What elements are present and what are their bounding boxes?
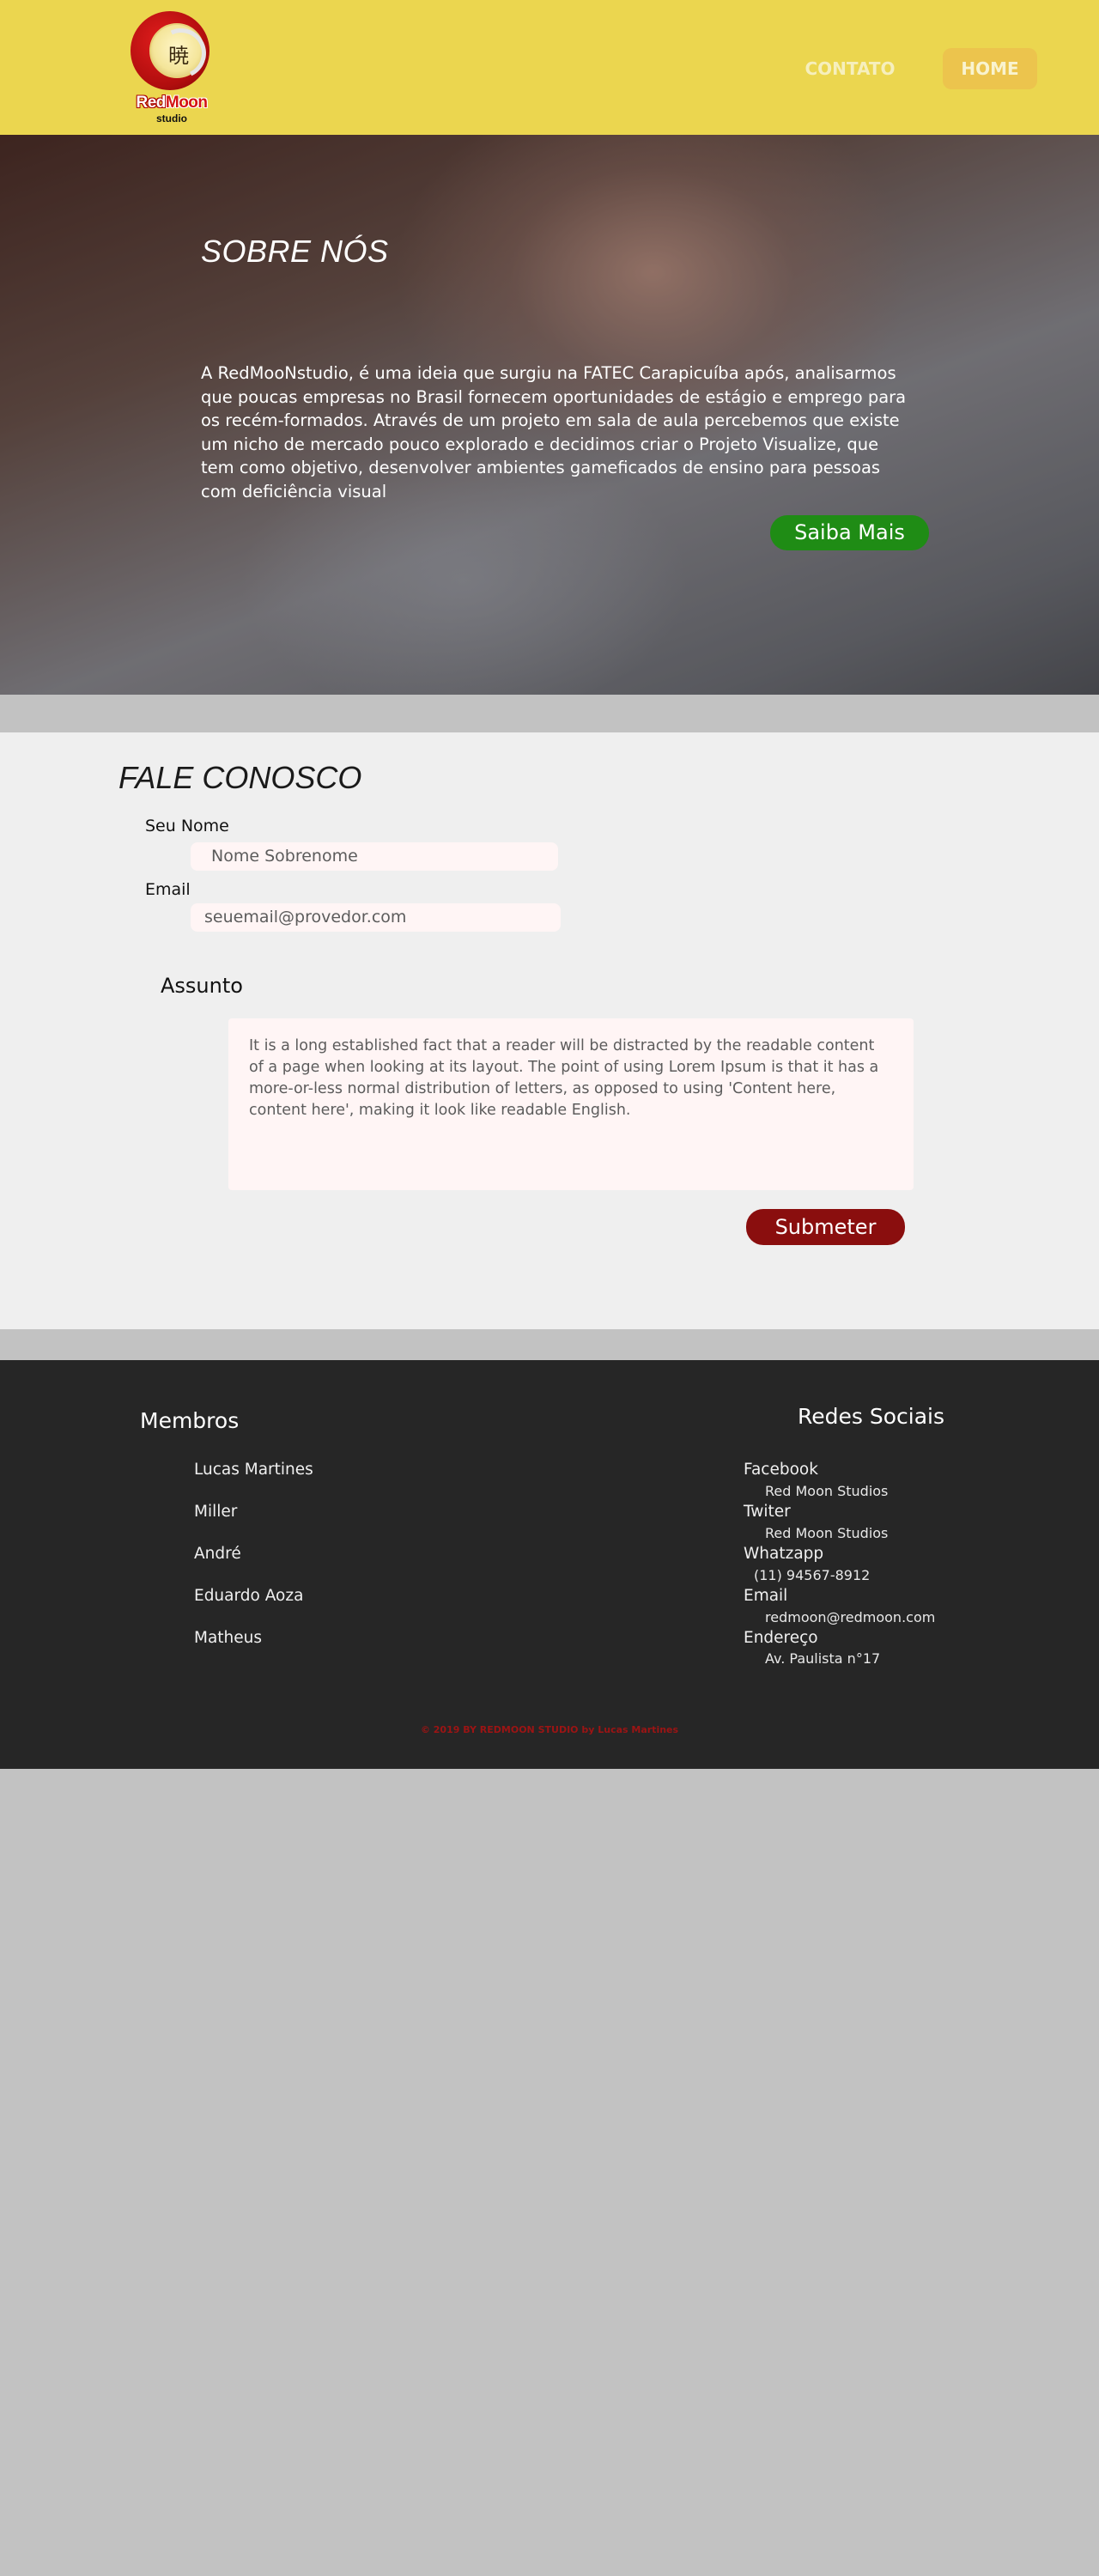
about-title: SOBRE NÓS	[201, 234, 389, 269]
member-item: Matheus	[194, 1629, 263, 1647]
social-label-facebook: Facebook	[744, 1461, 818, 1479]
logo-studio-text: studio	[156, 112, 187, 125]
about-hero: SOBRE NÓS A RedMooNstudio, é uma ideia q…	[0, 135, 1099, 695]
social-link-facebook[interactable]: Red Moon Studios	[765, 1483, 888, 1499]
social-label-twitter: Twiter	[744, 1503, 791, 1521]
email-input[interactable]: seuemail@provedor.com	[191, 903, 561, 932]
member-item: André	[194, 1545, 241, 1563]
message-textarea[interactable]: It is a long established fact that a rea…	[228, 1018, 914, 1190]
email-label: Email	[145, 880, 191, 899]
submit-button[interactable]: Submeter	[746, 1209, 905, 1245]
site-header: 暁 RedMoon studio CONTATO HOME	[0, 0, 1099, 135]
member-item: Lucas Martines	[194, 1461, 313, 1479]
logo-kanji: 暁	[168, 44, 189, 68]
social-link-whatsapp[interactable]: (11) 94567-8912	[754, 1567, 870, 1583]
site-footer: Membros Lucas Martines Miller André Edua…	[0, 1360, 1099, 1769]
social-title: Redes Sociais	[798, 1404, 944, 1429]
copyright-text: © 2019 BY REDMOON STUDIO by Lucas Martin…	[420, 1724, 679, 1735]
contact-title: FALE CONOSCO	[118, 760, 362, 795]
social-address-value: Av. Paulista n°17	[765, 1650, 881, 1667]
about-paragraph: A RedMooNstudio, é uma ideia que surgiu …	[201, 363, 907, 501]
redmoon-logo[interactable]: 暁 RedMoon studio	[127, 9, 214, 130]
name-input[interactable]: Nome Sobrenome	[191, 842, 558, 871]
name-label: Seu Nome	[145, 817, 229, 835]
social-label-address: Endereço	[744, 1629, 818, 1647]
nav-contato-link[interactable]: CONTATO	[788, 52, 912, 86]
nav-home-button[interactable]: HOME	[943, 48, 1037, 89]
member-item: Eduardo Aoza	[194, 1587, 304, 1605]
member-item: Miller	[194, 1503, 238, 1521]
contact-section: FALE CONOSCO Seu Nome Nome Sobrenome Ema…	[0, 732, 1099, 1329]
logo-word-moon: Moon	[165, 94, 208, 112]
social-link-email[interactable]: redmoon@redmoon.com	[765, 1609, 935, 1625]
logo-wordmark: RedMoon	[134, 94, 209, 112]
social-link-twitter[interactable]: Red Moon Studios	[765, 1525, 888, 1541]
social-label-whatsapp: Whatzapp	[744, 1545, 824, 1563]
subject-label: Assunto	[161, 974, 243, 998]
saiba-mais-button[interactable]: Saiba Mais	[770, 515, 929, 550]
members-title: Membros	[140, 1408, 240, 1433]
social-label-email: Email	[744, 1587, 788, 1605]
logo-word-red: Red	[136, 94, 166, 112]
